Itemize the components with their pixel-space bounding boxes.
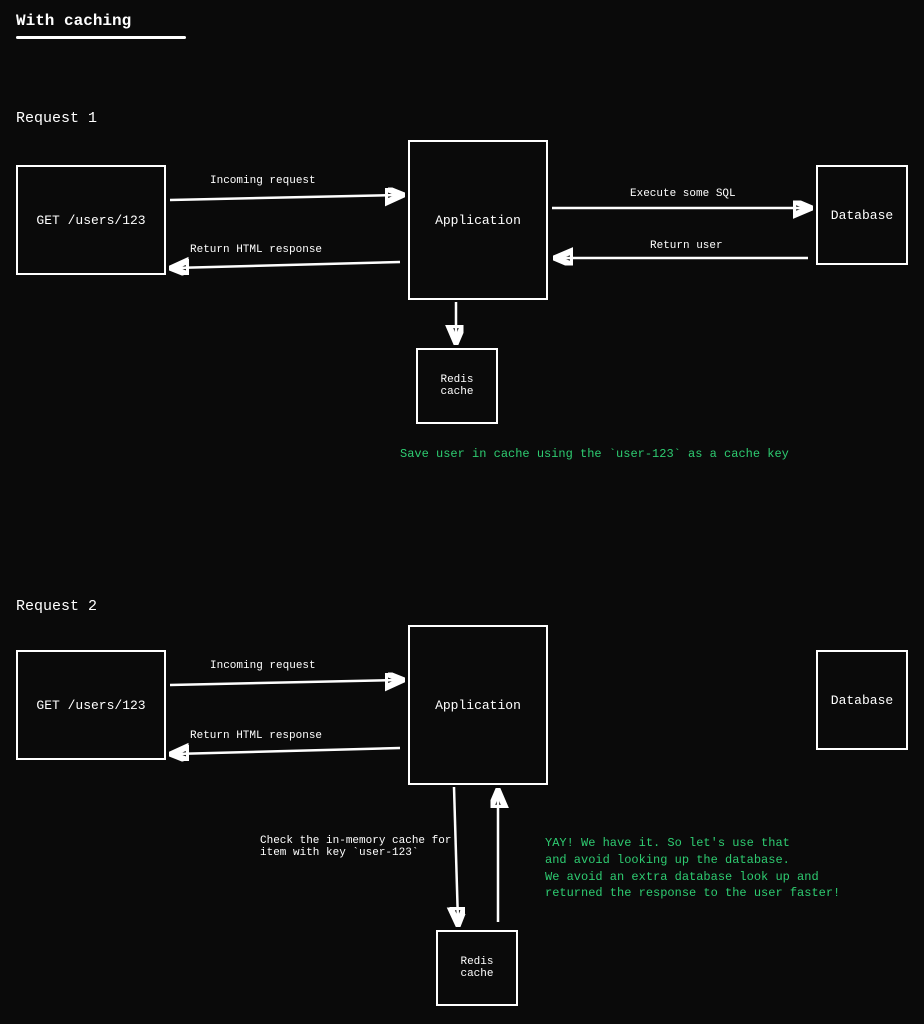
arrow-incoming-2 — [170, 680, 400, 685]
arrow-app-redis-2-down — [454, 787, 458, 922]
arrow-incoming-1 — [170, 195, 400, 200]
redis-box-1: Redis cache — [416, 348, 498, 424]
client-box-1: GET /users/123 — [16, 165, 166, 275]
application-box-1: Application — [408, 140, 548, 300]
database-box-2: Database — [816, 650, 908, 750]
application-box-2: Application — [408, 625, 548, 785]
label-incoming-1: Incoming request — [210, 175, 316, 187]
page-title: With caching — [16, 12, 131, 30]
database-box-1: Database — [816, 165, 908, 265]
request-2-heading: Request 2 — [16, 598, 97, 615]
arrow-return-html-2 — [174, 748, 400, 754]
label-return-user: Return user — [650, 240, 723, 252]
label-check-cache: Check the in-memory cache for item with … — [260, 835, 451, 859]
label-incoming-2: Incoming request — [210, 660, 316, 672]
request-1-heading: Request 1 — [16, 110, 97, 127]
note-yay: YAY! We have it. So let's use that and a… — [545, 835, 840, 902]
diagram-canvas: With caching Request 1 GET /users/123 Ap… — [0, 0, 924, 1024]
title-underline — [16, 36, 186, 39]
label-return-html-2: Return HTML response — [190, 730, 322, 742]
note-save-cache: Save user in cache using the `user-123` … — [400, 446, 789, 463]
redis-box-2: Redis cache — [436, 930, 518, 1006]
label-exec-sql: Execute some SQL — [630, 188, 736, 200]
client-box-2: GET /users/123 — [16, 650, 166, 760]
arrow-return-html-1 — [174, 262, 400, 268]
label-return-html-1: Return HTML response — [190, 244, 322, 256]
